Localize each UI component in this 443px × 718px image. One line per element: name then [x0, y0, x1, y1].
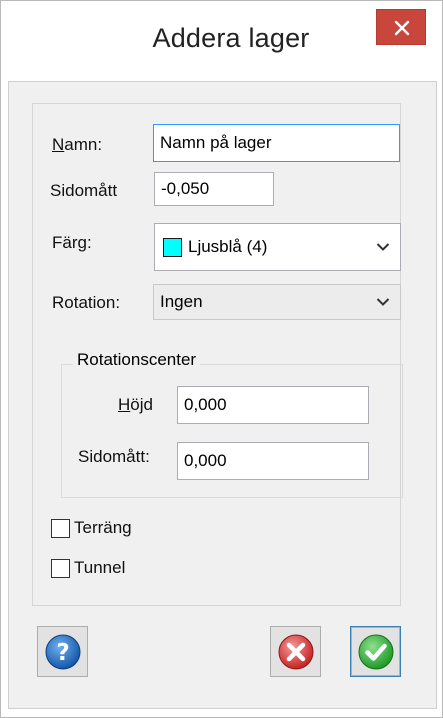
- chevron-down-icon: [376, 243, 390, 251]
- svg-text:?: ?: [56, 640, 69, 666]
- color-dropdown[interactable]: Ljusblå (4): [154, 223, 401, 271]
- rotation-center-title: Rotationscenter: [73, 350, 201, 370]
- rc-sidomatt-label: Sidomått:: [78, 447, 150, 466]
- rc-sidomatt-input[interactable]: 0,000: [177, 442, 369, 480]
- close-button[interactable]: [376, 9, 426, 45]
- dialog-window: Addera lager Namn: Namn på lager Sidomåt…: [0, 0, 443, 718]
- rotation-value: Ingen: [160, 292, 203, 311]
- terrang-checkbox[interactable]: [51, 519, 70, 538]
- color-swatch: [163, 237, 182, 257]
- close-icon: [394, 20, 410, 36]
- sidomatt-label: Sidomått: [50, 181, 118, 200]
- hojd-input[interactable]: 0,000: [177, 386, 369, 424]
- tunnel-label: Tunnel: [74, 558, 126, 577]
- help-icon: ?: [45, 634, 81, 670]
- ok-button[interactable]: [350, 626, 401, 677]
- terrang-label: Terräng: [74, 518, 132, 537]
- name-input[interactable]: Namn på lager: [153, 124, 400, 162]
- tunnel-checkbox[interactable]: [51, 559, 70, 578]
- title-bar[interactable]: Addera lager: [1, 1, 442, 79]
- name-label: Namn:: [52, 135, 103, 154]
- rotation-label: Rotation:: [52, 293, 121, 312]
- sidomatt-input[interactable]: -0,050: [154, 172, 274, 206]
- cancel-icon: [278, 634, 314, 670]
- color-label: Färg:: [52, 233, 92, 252]
- hojd-label: Höjd: [118, 395, 153, 414]
- color-value: Ljusblå (4): [188, 237, 268, 256]
- rotation-dropdown[interactable]: Ingen: [153, 284, 401, 320]
- ok-icon: [358, 634, 394, 670]
- chevron-down-icon: [376, 298, 390, 306]
- help-button[interactable]: ?: [37, 626, 88, 677]
- cancel-button[interactable]: [270, 626, 321, 677]
